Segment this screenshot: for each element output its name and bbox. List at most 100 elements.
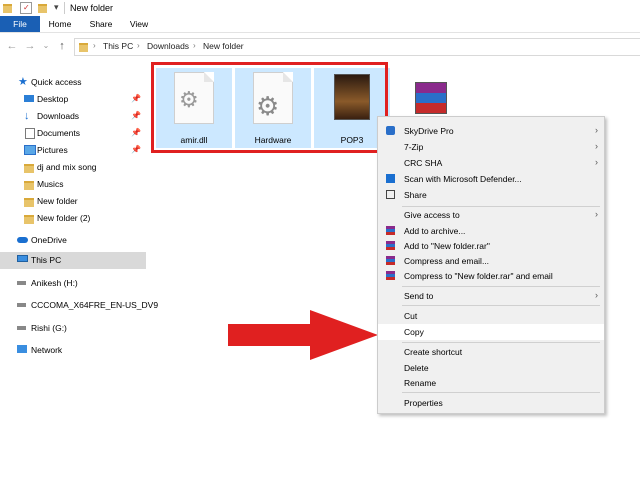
menu-separator	[402, 305, 600, 306]
recent-dropdown-icon[interactable]: ⌄	[40, 39, 52, 53]
nav-new-folder-2[interactable]: New folder (2)	[0, 210, 146, 227]
menu-item-delete[interactable]: Delete	[378, 360, 604, 376]
menu-item-rename[interactable]: Rename	[378, 375, 604, 391]
nav-label: Anikesh (H:)	[31, 278, 78, 288]
winrar-archive-icon	[415, 82, 447, 114]
network-icon	[17, 345, 27, 353]
menu-label: Delete	[404, 363, 429, 373]
breadcrumb-downloads[interactable]: Downloads	[147, 41, 189, 51]
nav-onedrive[interactable]: OneDrive	[0, 232, 146, 249]
menu-item-skydrive-pro[interactable]: SkyDrive Pro ›	[378, 123, 604, 139]
nav-new-folder[interactable]: New folder	[0, 193, 146, 210]
nav-rishi-drive[interactable]: Rishi (G:)	[0, 320, 146, 337]
properties-quick-icon[interactable]: ✓	[20, 2, 32, 14]
nav-label: Quick access	[31, 77, 82, 87]
nav-pictures[interactable]: Pictures 📌	[0, 142, 146, 159]
menu-label: Copy	[404, 327, 424, 337]
nav-this-pc[interactable]: This PC	[0, 252, 146, 269]
title-bar: ✓ ▾ New folder	[0, 0, 640, 16]
share-icon	[386, 190, 395, 199]
menu-item-send-to[interactable]: Send to ›	[378, 288, 604, 304]
download-icon: ↓	[24, 110, 30, 122]
tab-share[interactable]: Share	[82, 16, 120, 32]
breadcrumb-new-folder[interactable]: New folder	[203, 41, 244, 51]
menu-item-scan-defender[interactable]: Scan with Microsoft Defender...	[378, 171, 604, 187]
nav-label: New folder	[37, 196, 78, 206]
nav-downloads[interactable]: ↓ Downloads 📌	[0, 108, 146, 125]
address-bar[interactable]: › This PC › Downloads › New folder	[74, 38, 640, 56]
forward-arrow-icon[interactable]: →	[24, 39, 36, 53]
breadcrumb-separator: ›	[93, 41, 96, 50]
menu-item-share[interactable]: Share	[378, 187, 604, 203]
menu-item-add-to-archive[interactable]: Add to archive...	[378, 223, 604, 239]
nav-label: New folder (2)	[37, 213, 91, 223]
tab-home[interactable]: Home	[42, 16, 78, 32]
tab-view[interactable]: View	[122, 16, 156, 32]
nav-label: Network	[31, 345, 63, 355]
menu-label: CRC SHA	[404, 158, 443, 168]
tab-file[interactable]: File	[0, 16, 40, 32]
nav-network[interactable]: Network	[0, 342, 146, 359]
chevron-right-icon: ›	[595, 290, 598, 300]
nav-label: OneDrive	[31, 235, 67, 245]
red-arrow-icon	[228, 310, 378, 360]
menu-item-properties[interactable]: Properties	[378, 395, 604, 411]
menu-item-create-shortcut[interactable]: Create shortcut	[378, 344, 604, 360]
menu-label: Create shortcut	[404, 347, 463, 357]
chevron-right-icon: ›	[595, 125, 598, 135]
navigation-pane: ★ Quick access Desktop 📌 ↓ Downloads 📌 D…	[0, 60, 158, 494]
menu-item-7zip[interactable]: 7-Zip ›	[378, 139, 604, 155]
menu-label: Compress and email...	[404, 256, 490, 266]
selection-highlight-box	[151, 62, 388, 153]
winrar-icon	[386, 241, 395, 250]
menu-item-add-to-rar[interactable]: Add to "New folder.rar"	[378, 238, 604, 254]
folder-icon	[3, 4, 12, 13]
nav-label: Desktop	[37, 94, 69, 104]
nav-documents[interactable]: Documents 📌	[0, 125, 146, 142]
nav-label: Documents	[37, 128, 80, 138]
menu-item-give-access[interactable]: Give access to ›	[378, 207, 604, 223]
context-menu: SkyDrive Pro › 7-Zip › CRC SHA › Scan wi…	[377, 116, 605, 414]
menu-item-cut[interactable]: Cut	[378, 308, 604, 324]
pin-icon: 📌	[131, 128, 141, 137]
nav-dj-and-mix-song[interactable]: dj and mix song	[0, 159, 146, 176]
nav-anikesh-drive[interactable]: Anikesh (H:)	[0, 275, 146, 292]
address-row: ← → ⌄ ↑ › This PC › Downloads › New fold…	[0, 33, 640, 59]
winrar-icon	[386, 256, 395, 265]
menu-label: Share	[404, 190, 427, 200]
drive-icon	[17, 303, 26, 307]
pin-icon: 📌	[131, 94, 141, 103]
menu-separator	[402, 392, 600, 393]
drive-icon	[17, 281, 26, 285]
folder-icon	[24, 181, 34, 190]
nav-quick-access[interactable]: ★ Quick access	[0, 74, 146, 91]
breadcrumb-this-pc[interactable]: This PC	[103, 41, 133, 51]
drive-icon	[17, 326, 26, 330]
nav-label: Pictures	[37, 145, 68, 155]
menu-label: Add to archive...	[404, 226, 466, 236]
menu-item-crc-sha[interactable]: CRC SHA ›	[378, 155, 604, 171]
new-folder-quick-icon[interactable]	[38, 4, 47, 13]
chevron-right-icon: ›	[595, 157, 598, 167]
nav-label: Rishi (G:)	[31, 323, 67, 333]
menu-separator	[402, 286, 600, 287]
menu-label: Rename	[404, 378, 437, 388]
nav-label: Musics	[37, 179, 64, 189]
chevron-right-icon: ›	[595, 141, 598, 151]
menu-label: 7-Zip	[404, 142, 424, 152]
breadcrumb-separator: ›	[193, 41, 196, 50]
back-arrow-icon[interactable]: ←	[6, 39, 18, 53]
menu-item-copy[interactable]: Copy	[378, 324, 604, 340]
menu-label: Give access to	[404, 210, 460, 220]
menu-item-compress-rar-email[interactable]: Compress to "New folder.rar" and email	[378, 268, 604, 284]
quick-access-dropdown-icon[interactable]: ▾	[54, 2, 59, 13]
winrar-icon	[386, 226, 395, 235]
up-arrow-icon[interactable]: ↑	[56, 39, 68, 53]
nav-desktop[interactable]: Desktop 📌	[0, 91, 146, 108]
nav-musics[interactable]: Musics	[0, 176, 146, 193]
nav-label: CCCOMA_X64FRE_EN-US_DV9	[31, 300, 159, 310]
menu-label: Send to	[404, 291, 434, 301]
nav-cccoma-drive[interactable]: CCCOMA_X64FRE_EN-US_DV9	[0, 297, 158, 314]
menu-item-compress-email[interactable]: Compress and email...	[378, 253, 604, 269]
defender-icon	[386, 174, 395, 183]
